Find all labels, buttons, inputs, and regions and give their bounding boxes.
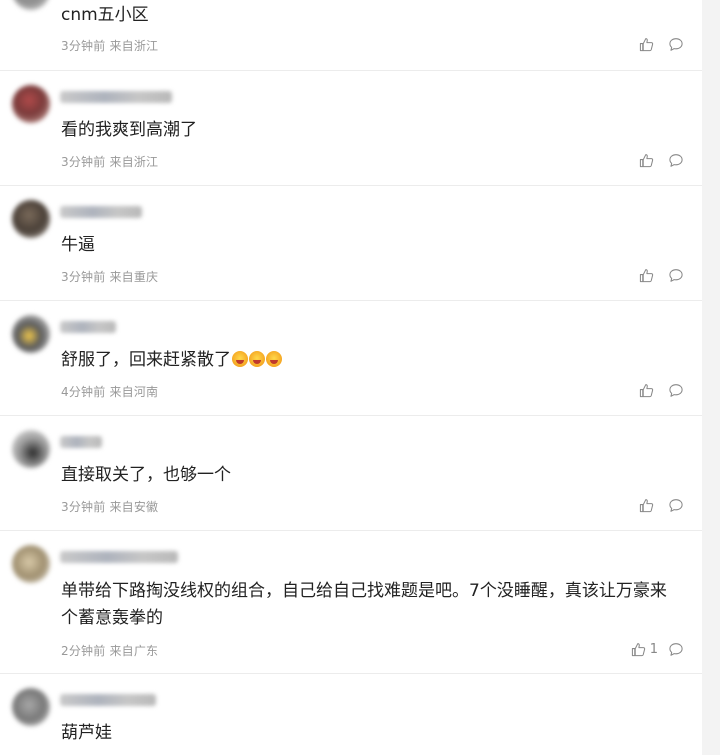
comment-item: 直接取关了，也够一个 3分钟前 来自安徽: [0, 416, 702, 531]
comment-item: 看的我爽到高潮了 3分钟前 来自浙江: [0, 71, 702, 186]
comment-item: 舒服了，回来赶紧散了 4分钟前 来自河南: [0, 301, 702, 416]
crying-laughing-emoji: [249, 351, 265, 367]
like-button[interactable]: [639, 153, 658, 168]
comment-location: 来自浙江: [109, 39, 159, 53]
speech-bubble-icon: [668, 37, 684, 52]
comment-location: 来自浙江: [109, 155, 159, 169]
comment-text: 单带给下路掏没线权的组合，自己给自己找难题是吧。7个没睡醒，真该让万豪来个蓄意轰…: [61, 581, 667, 628]
comment-text: cnm五小区: [61, 5, 149, 25]
avatar[interactable]: [12, 0, 50, 10]
like-button[interactable]: [639, 37, 658, 52]
avatar[interactable]: [12, 545, 50, 583]
username[interactable]: [60, 551, 178, 563]
avatar[interactable]: [12, 200, 50, 238]
reply-button[interactable]: [668, 642, 684, 657]
thumbs-up-icon: [639, 383, 654, 398]
speech-bubble-icon: [668, 642, 684, 657]
username[interactable]: [60, 694, 156, 706]
crying-laughing-emoji: [266, 351, 282, 367]
username[interactable]: [60, 206, 142, 218]
comment-list: cnm五小区 3分钟前 来自浙江 看的我爽到高潮了 3分钟前 来自浙江 牛逼 3…: [0, 0, 702, 755]
like-button[interactable]: [639, 383, 658, 398]
comment-meta: 2分钟前 来自广东: [61, 642, 158, 659]
thumbs-up-icon: [639, 37, 654, 52]
comment-text: 牛逼: [61, 235, 95, 255]
comment-item: 单带给下路掏没线权的组合，自己给自己找难题是吧。7个没睡醒，真该让万豪来个蓄意轰…: [0, 531, 702, 674]
like-button[interactable]: [639, 498, 658, 513]
speech-bubble-icon: [668, 268, 684, 283]
comment-item: cnm五小区 3分钟前 来自浙江: [0, 0, 702, 71]
username[interactable]: [60, 91, 172, 103]
thumbs-up-icon: [639, 153, 654, 168]
page-background: [702, 0, 720, 755]
comment-text: 葫芦娃: [61, 723, 112, 743]
comment-time: 3分钟前: [61, 270, 106, 284]
reply-button[interactable]: [668, 498, 684, 513]
comment-text-body: 舒服了，回来赶紧散了: [61, 350, 231, 370]
like-button[interactable]: 1: [631, 642, 658, 657]
comment-meta: 3分钟前 来自安徽: [61, 498, 158, 515]
comment-location: 来自河南: [109, 385, 159, 399]
comment-meta: 4分钟前 来自河南: [61, 383, 158, 400]
comment-time: 3分钟前: [61, 39, 106, 53]
like-button[interactable]: [639, 268, 658, 283]
speech-bubble-icon: [668, 383, 684, 398]
thumbs-up-icon: [639, 268, 654, 283]
comment-location: 来自广东: [109, 644, 159, 658]
speech-bubble-icon: [668, 153, 684, 168]
comment-meta: 3分钟前 来自浙江: [61, 37, 158, 54]
crying-laughing-emoji: [232, 351, 248, 367]
thumbs-up-icon: [631, 642, 646, 657]
comment-location: 来自安徽: [109, 500, 159, 514]
thumbs-up-icon: [639, 498, 654, 513]
speech-bubble-icon: [668, 498, 684, 513]
comment-time: 3分钟前: [61, 155, 106, 169]
avatar[interactable]: [12, 430, 50, 468]
reply-button[interactable]: [668, 153, 684, 168]
avatar[interactable]: [12, 85, 50, 123]
comment-time: 4分钟前: [61, 385, 106, 399]
username[interactable]: [60, 321, 116, 333]
comment-time: 2分钟前: [61, 644, 106, 658]
username[interactable]: [60, 436, 102, 448]
reply-button[interactable]: [668, 383, 684, 398]
reply-button[interactable]: [668, 268, 684, 283]
reply-button[interactable]: [668, 37, 684, 52]
comment-time: 3分钟前: [61, 500, 106, 514]
comment-location: 来自重庆: [109, 270, 159, 284]
avatar[interactable]: [12, 688, 50, 726]
avatar[interactable]: [12, 315, 50, 353]
comment-item: 牛逼 3分钟前 来自重庆: [0, 186, 702, 301]
comment-text: 看的我爽到高潮了: [61, 120, 197, 140]
comment-meta: 3分钟前 来自浙江: [61, 153, 158, 170]
comment-meta: 3分钟前 来自重庆: [61, 268, 158, 285]
comment-item: 葫芦娃: [0, 674, 702, 755]
comment-text: 直接取关了，也够一个: [61, 465, 231, 485]
comment-text: 舒服了，回来赶紧散了: [61, 347, 681, 374]
like-count: 1: [649, 642, 658, 657]
